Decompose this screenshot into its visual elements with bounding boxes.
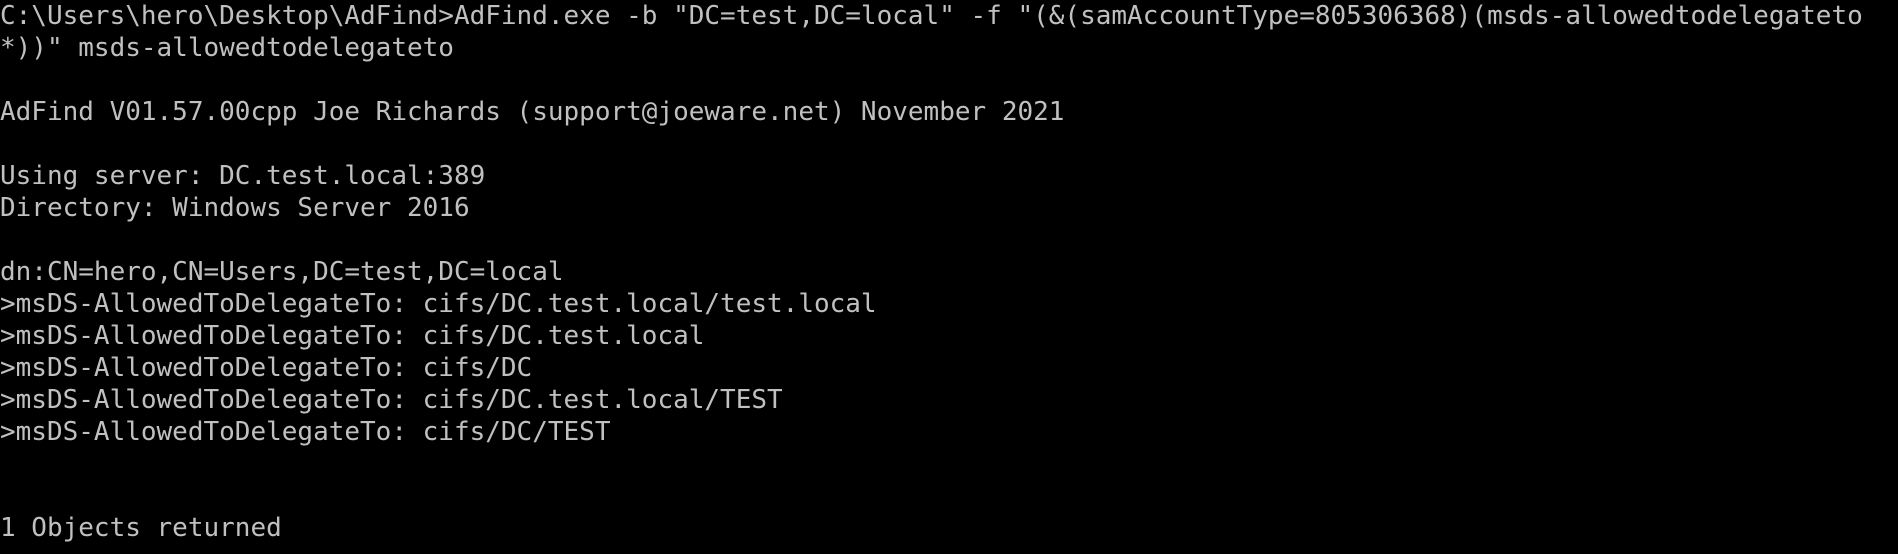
directory-line: Directory: Windows Server 2016: [0, 193, 470, 223]
attribute-line: >msDS-AllowedToDelegateTo: cifs/DC: [0, 353, 533, 383]
attribute-line: >msDS-AllowedToDelegateTo: cifs/DC.test.…: [0, 321, 705, 351]
server-line: Using server: DC.test.local:389: [0, 161, 486, 191]
console-output[interactable]: C:\Users\hero\Desktop\AdFind>AdFind.exe …: [0, 0, 1898, 554]
command-line-1: C:\Users\hero\Desktop\AdFind>AdFind.exe …: [0, 1, 1863, 31]
attribute-line: >msDS-AllowedToDelegateTo: cifs/DC.test.…: [0, 385, 783, 415]
result-line: 1 Objects returned: [0, 513, 282, 543]
command-line-2: *))" msds-allowedtodelegateto: [0, 33, 454, 63]
attribute-line: >msDS-AllowedToDelegateTo: cifs/DC.test.…: [0, 289, 877, 319]
attribute-line: >msDS-AllowedToDelegateTo: cifs/DC/TEST: [0, 417, 611, 447]
adfind-banner: AdFind V01.57.00cpp Joe Richards (suppor…: [0, 97, 1065, 127]
dn-line: dn:CN=hero,CN=Users,DC=test,DC=local: [0, 257, 564, 287]
